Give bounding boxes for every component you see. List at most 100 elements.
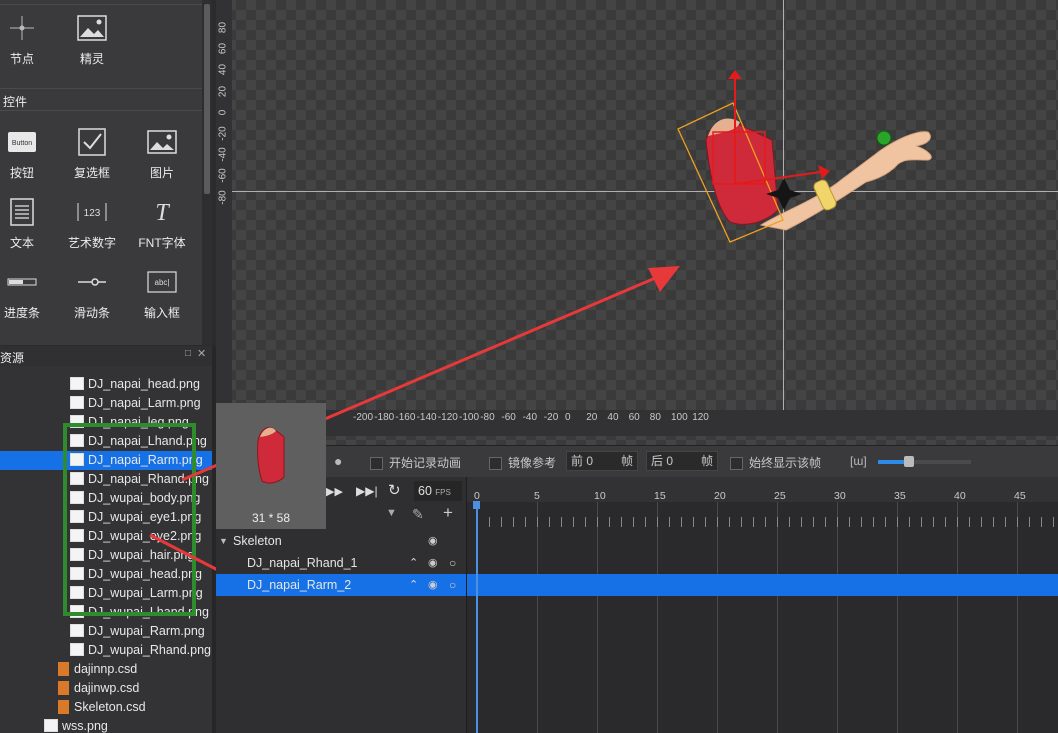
- tool-progress-bar[interactable]: 进度条: [0, 264, 57, 321]
- move-up-icon[interactable]: ⌃: [409, 574, 418, 596]
- resource-file-item[interactable]: wss.png: [44, 717, 108, 733]
- loop-icon[interactable]: ↻: [388, 481, 401, 499]
- toolbox-scrollbar[interactable]: [202, 0, 212, 345]
- frame-number-label: 40: [954, 490, 966, 502]
- divider: [0, 4, 202, 5]
- frame-number-label: 20: [714, 490, 726, 502]
- edit-icon[interactable]: ✎: [412, 506, 424, 523]
- frame-tick: [573, 517, 574, 527]
- tool-label: 图片: [149, 166, 174, 180]
- tool-button[interactable]: Button 按钮: [0, 124, 57, 181]
- fnt-font-icon-text: T: [155, 200, 170, 226]
- playhead[interactable]: [476, 501, 478, 733]
- frame-grid-line: [717, 502, 718, 733]
- x-ruler-tick-label: -120: [437, 412, 458, 423]
- keyframe-icon[interactable]: ●: [334, 453, 342, 469]
- next-frames-field[interactable]: 后 0 帧: [646, 451, 718, 471]
- lock-circle-icon[interactable]: ○: [449, 574, 456, 596]
- arm-sprite[interactable]: [666, 60, 946, 260]
- fps-field[interactable]: 60 FPS: [414, 481, 462, 501]
- sprite-icon: [57, 10, 127, 46]
- resource-file-item[interactable]: DJ_wupai_Rhand.png: [70, 641, 211, 660]
- scrollbar-thumb[interactable]: [204, 4, 210, 194]
- x-ruler-tick-label: -60: [501, 412, 516, 423]
- always-show-frame-toggle[interactable]: 始终显示该帧: [730, 454, 821, 471]
- expand-arrow-icon[interactable]: ▼: [219, 530, 228, 552]
- frame-tick: [585, 517, 586, 527]
- tool-slider[interactable]: 滑动条: [57, 264, 127, 321]
- frame-tick: [921, 517, 922, 527]
- tool-node[interactable]: 节点: [0, 10, 57, 67]
- y-ruler-tick-label: -60: [217, 168, 229, 184]
- frame-tick: [1029, 517, 1030, 527]
- scene-canvas[interactable]: -200 -180 -160 -140 -120 -100 -80 -60 -40 -20 0 20 4…: [216, 0, 1058, 445]
- tool-label: FNT字体: [138, 236, 186, 250]
- next-label: 后: [651, 454, 664, 468]
- resource-file-name: Skeleton.csd: [74, 700, 146, 714]
- x-ruler-tick-label: -140: [416, 412, 437, 423]
- frame-header: [467, 477, 1058, 502]
- frame-grid-line: [1017, 502, 1018, 733]
- zoom-slider[interactable]: [878, 456, 971, 467]
- tool-fnt-font[interactable]: T FNT字体: [127, 194, 197, 251]
- resource-file-item[interactable]: DJ_napai_head.png: [70, 375, 200, 394]
- x-ruler-tick-label: 60: [628, 412, 640, 423]
- visibility-eye-icon[interactable]: ◉: [428, 552, 438, 574]
- timeline-node-item[interactable]: DJ_napai_Rarm_2 ⌃ ◉ ○: [216, 574, 466, 596]
- timeline-node-root[interactable]: ▼ Skeleton ◉: [216, 530, 466, 552]
- timeline-node-label: Skeleton: [233, 534, 282, 548]
- tool-art-number[interactable]: 123 艺术数字: [57, 194, 127, 251]
- y-ruler-tick-label: -20: [217, 126, 229, 141]
- next-frame-button[interactable]: ▶▶: [326, 485, 343, 498]
- resource-file-item[interactable]: DJ_wupai_Rarm.png: [70, 622, 205, 641]
- move-up-icon[interactable]: ⌃: [409, 552, 418, 574]
- timeline-frames-panel[interactable]: 0 5 10 15 20 25 30 35 40 45: [467, 477, 1058, 733]
- resource-csd-item[interactable]: dajinwp.csd: [58, 679, 139, 698]
- zoom-icon[interactable]: [ɯ]: [850, 454, 867, 468]
- last-frame-button[interactable]: ▶▶|: [356, 484, 378, 498]
- tool-checkbox[interactable]: 复选框: [57, 124, 127, 181]
- lock-circle-icon[interactable]: ○: [449, 552, 456, 574]
- frame-tick: [1017, 517, 1018, 527]
- rarm-thumbnail: [257, 427, 285, 484]
- x-ruler-tick-label: -40: [522, 412, 538, 423]
- close-icon[interactable]: ✕: [197, 347, 206, 360]
- resource-csd-item[interactable]: dajinnp.csd: [58, 660, 137, 679]
- frame-tick: [873, 517, 874, 527]
- tool-text[interactable]: 文本: [0, 194, 57, 251]
- playhead-handle[interactable]: [473, 501, 480, 509]
- frame-tick: [525, 517, 526, 527]
- x-ruler-tick-label: -80: [480, 412, 495, 423]
- frame-tick: [633, 517, 634, 527]
- resource-csd-item[interactable]: Skeleton.csd: [58, 698, 146, 717]
- visibility-eye-icon[interactable]: ◉: [428, 574, 438, 596]
- x-ruler-tick-label: -160: [395, 412, 416, 423]
- prev-value: 0: [586, 454, 594, 468]
- prev-frames-field[interactable]: 前 0 帧: [566, 451, 638, 471]
- checkbox[interactable]: [489, 457, 502, 471]
- selected-track[interactable]: [467, 574, 1058, 596]
- tool-image[interactable]: 图片: [127, 124, 197, 181]
- tool-sprite[interactable]: 精灵: [57, 10, 127, 67]
- frame-number-label: 35: [894, 490, 906, 502]
- checkbox[interactable]: [370, 457, 383, 471]
- float-icon[interactable]: □: [185, 348, 191, 359]
- frame-grid-line: [537, 502, 538, 733]
- zoom-slider-thumb[interactable]: [904, 456, 914, 467]
- record-animation-toggle[interactable]: 开始记录动画: [370, 454, 461, 471]
- timeline-node-item[interactable]: DJ_napai_Rhand_1 ⌃ ◉ ○: [216, 552, 466, 574]
- filter-dropdown-icon[interactable]: ▼: [386, 507, 397, 519]
- visibility-eye-icon[interactable]: ◉: [428, 530, 438, 552]
- checkbox[interactable]: [730, 457, 743, 471]
- x-ruler-tick-label: 80: [649, 412, 661, 423]
- add-icon[interactable]: +: [443, 503, 453, 523]
- mirror-reference-toggle[interactable]: 镜像参考: [489, 454, 556, 471]
- resource-file-item[interactable]: DJ_napai_Larm.png: [70, 394, 201, 413]
- x-ruler-tick-label: -100: [459, 412, 480, 423]
- frame-tick: [609, 517, 610, 527]
- tool-label: 输入框: [143, 306, 180, 320]
- frame-number-label: 5: [534, 490, 540, 502]
- tool-input-box[interactable]: abc| 输入框: [127, 264, 197, 321]
- image-file-icon: [44, 719, 58, 733]
- frame-number-label: 15: [654, 490, 666, 502]
